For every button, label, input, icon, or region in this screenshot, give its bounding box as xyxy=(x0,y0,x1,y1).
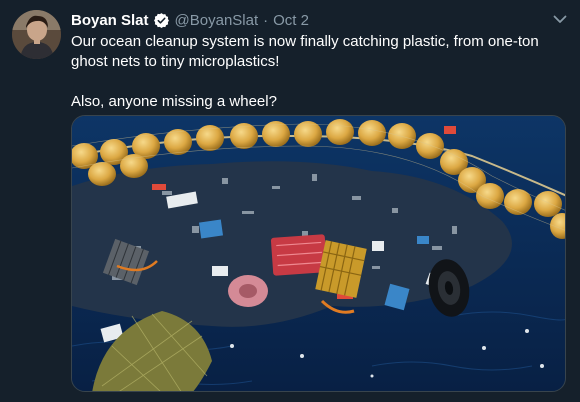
chevron-down-icon[interactable] xyxy=(551,10,569,28)
avatar-photo xyxy=(12,10,61,59)
tweet-content: Boyan Slat @BoyanSlat · Oct 2 Our ocean … xyxy=(71,9,571,112)
user-handle[interactable]: @BoyanSlat xyxy=(175,12,259,29)
verified-badge-icon xyxy=(153,12,170,29)
tweet-date[interactable]: Oct 2 xyxy=(273,12,309,29)
tweet-photo[interactable] xyxy=(71,115,566,392)
tweet-header: Boyan Slat @BoyanSlat · Oct 2 xyxy=(71,9,571,31)
separator-dot: · xyxy=(263,11,269,29)
avatar[interactable] xyxy=(12,10,61,59)
ocean-plastic-photo xyxy=(72,116,565,391)
tweet-text: Our ocean cleanup system is now finally … xyxy=(71,33,539,110)
pinned-tweet-indicator-cut: ▔▔▔▔▔▔ xyxy=(72,0,132,5)
display-name[interactable]: Boyan Slat xyxy=(71,12,149,29)
